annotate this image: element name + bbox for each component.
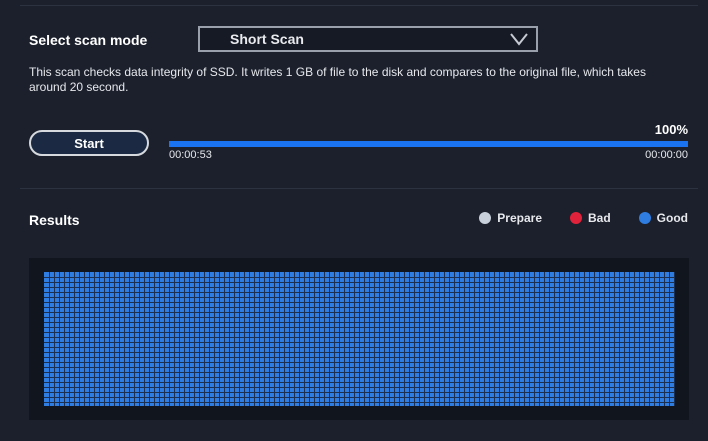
legend-label-prepare: Prepare bbox=[497, 211, 542, 225]
top-divider bbox=[20, 5, 698, 6]
scan-mode-selected-value: Short Scan bbox=[230, 31, 304, 47]
results-label: Results bbox=[29, 212, 80, 228]
section-divider bbox=[20, 188, 698, 189]
remaining-time: 00:00:00 bbox=[645, 149, 688, 161]
legend-dot-prepare bbox=[479, 212, 492, 224]
elapsed-time: 00:00:53 bbox=[169, 149, 212, 161]
results-block-grid bbox=[44, 272, 675, 406]
progress-bar-fill bbox=[169, 141, 688, 147]
progress-bar bbox=[169, 141, 688, 147]
legend-item-good: Good bbox=[638, 211, 688, 225]
legend-item-bad: Bad bbox=[570, 211, 611, 225]
results-legend: Prepare Bad Good bbox=[451, 211, 688, 225]
legend-item-prepare: Prepare bbox=[479, 211, 542, 225]
legend-dot-bad bbox=[570, 212, 582, 224]
chevron-down-icon bbox=[510, 33, 528, 46]
legend-dot-good bbox=[638, 212, 651, 224]
scan-description: This scan checks data integrity of SSD. … bbox=[29, 65, 646, 94]
results-grid-panel bbox=[29, 258, 689, 420]
legend-label-bad: Bad bbox=[588, 211, 611, 225]
progress-percent: 100% bbox=[654, 122, 688, 137]
scan-mode-dropdown[interactable]: Short Scan bbox=[198, 26, 538, 52]
start-button[interactable]: Start bbox=[29, 130, 149, 156]
legend-label-good: Good bbox=[656, 211, 688, 225]
scan-mode-label: Select scan mode bbox=[29, 32, 148, 48]
